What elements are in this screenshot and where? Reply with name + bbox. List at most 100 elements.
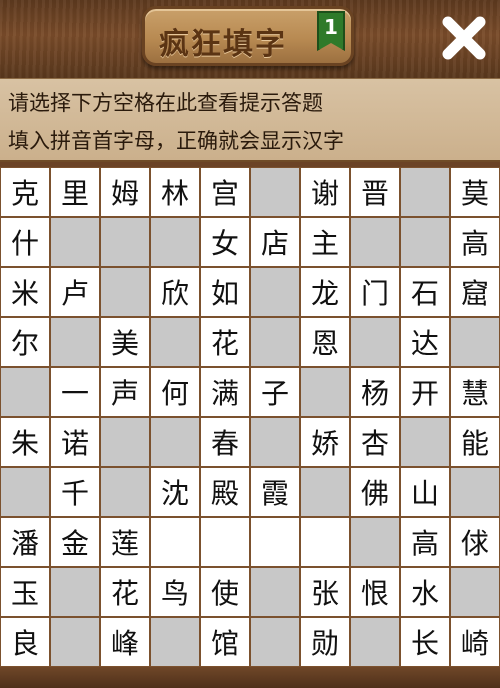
blocked-cell (50, 617, 100, 667)
grid-cell[interactable]: 高 (450, 217, 500, 267)
grid-cell[interactable]: 米 (0, 267, 50, 317)
grid-cell[interactable]: 朱 (0, 417, 50, 467)
blocked-cell (100, 267, 150, 317)
grid-cell[interactable]: 姆 (100, 167, 150, 217)
grid-cell[interactable]: 一 (50, 367, 100, 417)
blocked-cell (100, 417, 150, 467)
grid-cell[interactable]: 卢 (50, 267, 100, 317)
grid-cell[interactable]: 莫 (450, 167, 500, 217)
blocked-cell (150, 217, 200, 267)
grid-cell[interactable]: 什 (0, 217, 50, 267)
blocked-cell (250, 267, 300, 317)
blocked-cell (450, 467, 500, 517)
grid-cell[interactable]: 龙 (300, 267, 350, 317)
crossword-board: 克里姆林宫谢晋莫什女店主高米卢欣如龙门石窟尔美花恩达一声何满子杨开慧朱诺春娇杏能… (0, 167, 500, 667)
grid-cell[interactable]: 水 (400, 567, 450, 617)
grid-cell[interactable]: 杨 (350, 367, 400, 417)
grid-cell[interactable]: 莲 (100, 517, 150, 567)
grid-cell[interactable] (250, 517, 300, 567)
grid-cell[interactable]: 诺 (50, 417, 100, 467)
grid-cell[interactable]: 林 (150, 167, 200, 217)
grid-cell[interactable]: 良 (0, 617, 50, 667)
blocked-cell (100, 217, 150, 267)
header-bar: 疯狂填字 1 (0, 0, 500, 78)
grid-cell[interactable]: 店 (250, 217, 300, 267)
close-x-icon (442, 16, 486, 60)
grid-cell[interactable]: 晋 (350, 167, 400, 217)
blocked-cell (50, 317, 100, 367)
blocked-cell (250, 167, 300, 217)
grid-cell[interactable]: 美 (100, 317, 150, 367)
grid-cell[interactable]: 花 (100, 567, 150, 617)
grid-cell[interactable] (300, 517, 350, 567)
grid-cell[interactable]: 宫 (200, 167, 250, 217)
grid-cell[interactable]: 金 (50, 517, 100, 567)
hint-text-line-2: 填入拼音首字母，正确就会显示汉字 (8, 129, 344, 153)
grid-cell[interactable]: 开 (400, 367, 450, 417)
grid-cell[interactable]: 沈 (150, 467, 200, 517)
grid-cell[interactable]: 尔 (0, 317, 50, 367)
hint-text-line-1: 请选择下方空格在此查看提示答题 (8, 91, 323, 115)
grid-cell[interactable]: 欣 (150, 267, 200, 317)
grid-cell[interactable]: 子 (250, 367, 300, 417)
grid-cell[interactable]: 花 (200, 317, 250, 367)
grid-cell[interactable]: 何 (150, 367, 200, 417)
blocked-cell (450, 317, 500, 367)
grid-cell[interactable]: 女 (200, 217, 250, 267)
blocked-cell (350, 217, 400, 267)
grid-cell[interactable]: 玉 (0, 567, 50, 617)
blocked-cell (150, 617, 200, 667)
grid-cell[interactable] (200, 517, 250, 567)
grid-cell[interactable]: 鸟 (150, 567, 200, 617)
grid-cell[interactable]: 霞 (250, 467, 300, 517)
grid-cell[interactable]: 满 (200, 367, 250, 417)
blocked-cell (300, 367, 350, 417)
grid-cell[interactable]: 恩 (300, 317, 350, 367)
blocked-cell (0, 367, 50, 417)
app-title: 疯狂填字 (159, 27, 287, 62)
blocked-cell (100, 467, 150, 517)
grid-cell[interactable]: 克 (0, 167, 50, 217)
blocked-cell (150, 417, 200, 467)
grid-cell[interactable]: 馆 (200, 617, 250, 667)
blocked-cell (350, 617, 400, 667)
grid-cell[interactable]: 门 (350, 267, 400, 317)
grid-cell[interactable]: 高 (400, 517, 450, 567)
grid-cell[interactable]: 潘 (0, 517, 50, 567)
grid-cell[interactable]: 杏 (350, 417, 400, 467)
grid-cell[interactable]: 谢 (300, 167, 350, 217)
footer-bar (0, 667, 500, 688)
grid-cell[interactable]: 娇 (300, 417, 350, 467)
grid-cell[interactable]: 山 (400, 467, 450, 517)
grid-cell[interactable]: 佛 (350, 467, 400, 517)
grid-cell[interactable]: 长 (400, 617, 450, 667)
grid-cell[interactable]: 俅 (450, 517, 500, 567)
grid-cell[interactable]: 里 (50, 167, 100, 217)
blocked-cell (250, 617, 300, 667)
grid-cell[interactable]: 主 (300, 217, 350, 267)
grid-cell[interactable]: 如 (200, 267, 250, 317)
grid-cell[interactable]: 使 (200, 567, 250, 617)
grid-cell[interactable]: 达 (400, 317, 450, 367)
blocked-cell (350, 517, 400, 567)
blocked-cell (250, 417, 300, 467)
grid-cell[interactable]: 春 (200, 417, 250, 467)
grid-cell[interactable]: 慧 (450, 367, 500, 417)
grid-cell[interactable]: 张 (300, 567, 350, 617)
grid-cell[interactable]: 恨 (350, 567, 400, 617)
grid-cell[interactable] (150, 517, 200, 567)
grid-cell[interactable]: 殿 (200, 467, 250, 517)
grid-cell[interactable]: 窟 (450, 267, 500, 317)
blocked-cell (50, 567, 100, 617)
grid-cell[interactable]: 峰 (100, 617, 150, 667)
blocked-cell (0, 467, 50, 517)
blocked-cell (150, 317, 200, 367)
grid-cell[interactable]: 能 (450, 417, 500, 467)
close-button[interactable] (436, 10, 492, 66)
grid-cell[interactable]: 石 (400, 267, 450, 317)
title-plaque: 疯狂填字 1 (142, 6, 354, 66)
grid-cell[interactable]: 声 (100, 367, 150, 417)
grid-cell[interactable]: 勋 (300, 617, 350, 667)
grid-cell[interactable]: 千 (50, 467, 100, 517)
grid-cell[interactable]: 崎 (450, 617, 500, 667)
